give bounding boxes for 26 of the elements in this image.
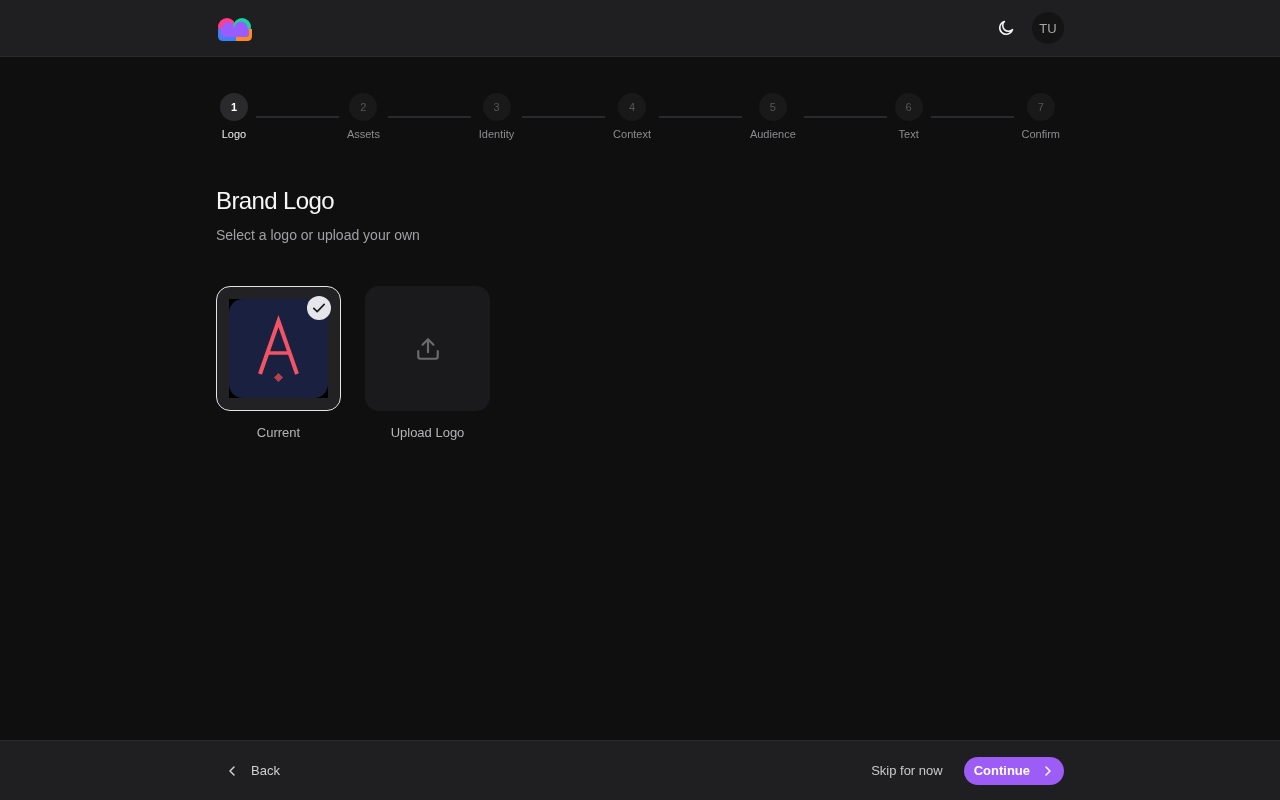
logo-option-card[interactable]: [216, 286, 341, 411]
step-label: Confirm: [1021, 128, 1061, 141]
avatar[interactable]: TU: [1032, 12, 1064, 44]
page-title: Brand Logo: [216, 186, 336, 216]
skip-button[interactable]: Skip for now: [863, 757, 951, 784]
back-button[interactable]: Back: [216, 756, 288, 785]
moon-icon: [998, 20, 1014, 36]
step-label: Assets: [346, 128, 380, 141]
step-indicator: 7: [1026, 93, 1055, 121]
step-label: Context: [613, 128, 652, 141]
continue-button[interactable]: Continue: [963, 756, 1064, 785]
step-label: Logo: [221, 128, 247, 141]
step-indicator: 2: [349, 93, 378, 121]
step-label: Audience: [749, 128, 796, 141]
step-indicator: 1: [220, 93, 248, 121]
step-indicator: 3: [482, 93, 511, 121]
page-subtitle: Select a logo or upload your own: [216, 226, 421, 245]
check-icon: [307, 296, 331, 320]
upload-icon: [414, 335, 441, 362]
cloud-logo: [216, 16, 254, 41]
step-label: Text: [898, 128, 919, 141]
step-label: Identity: [478, 128, 515, 141]
step-indicator: 6: [894, 93, 923, 121]
option-label: Current: [256, 424, 301, 442]
step-indicator: 4: [618, 93, 647, 121]
option-label: Upload Logo: [390, 424, 465, 442]
